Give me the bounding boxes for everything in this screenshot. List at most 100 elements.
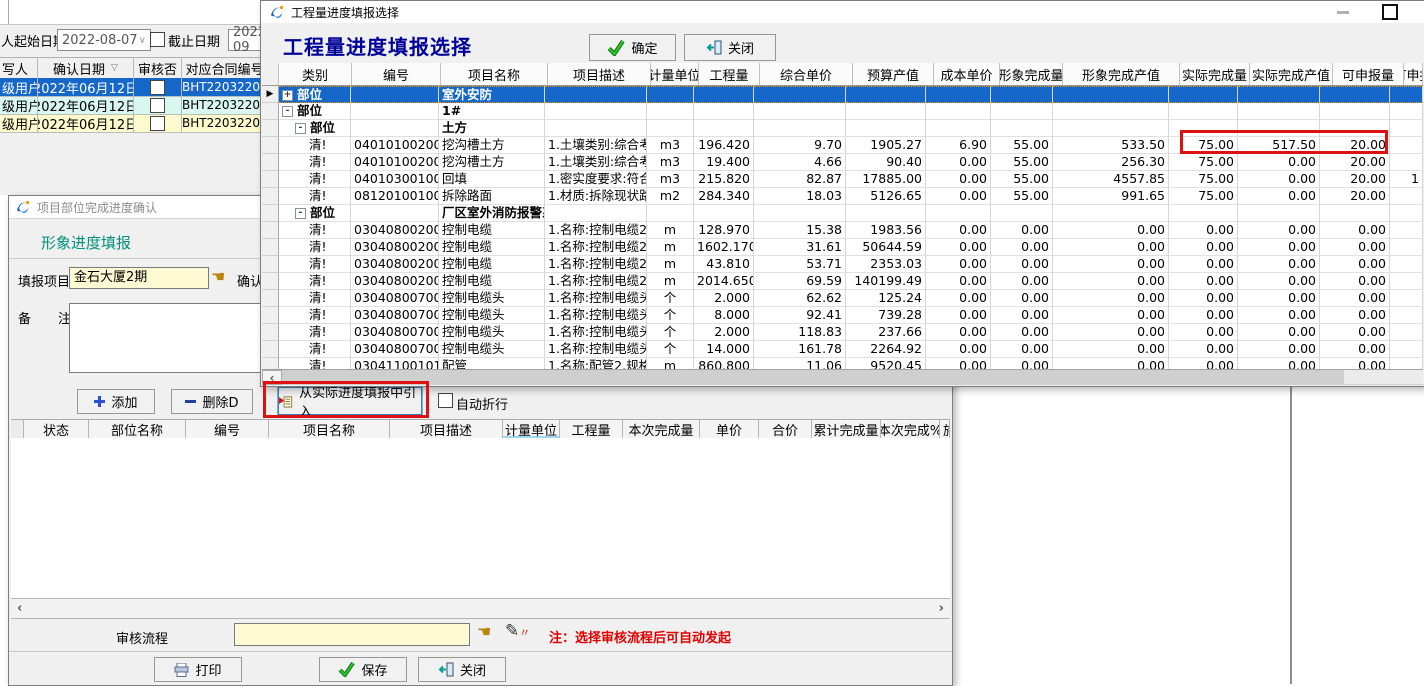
column-header[interactable]: 施工	[940, 420, 950, 439]
table-row[interactable]: 清!040101002002挖沟槽土方1.土壤类别:综合考虑m3196.4209…	[262, 137, 1423, 154]
cell-act_val: 0.00	[1238, 154, 1320, 171]
column-header[interactable]: 项目描述	[390, 420, 503, 439]
table-row[interactable]: -部位土方	[262, 120, 1423, 137]
delete-button[interactable]: 删除D	[171, 389, 253, 414]
column-header[interactable]: 成本单价	[934, 63, 1000, 85]
column-header[interactable]: 工程量	[699, 63, 760, 85]
column-header[interactable]: 项目名称	[441, 63, 548, 85]
table-row[interactable]: 清!040103001003回填1.密实度要求:符合设计m3215.82082.…	[262, 171, 1423, 188]
table-row[interactable]: 清!030408002003控制电缆1.名称:控制电缆2.型号m2014.650…	[262, 273, 1423, 290]
audit-checkbox[interactable]	[150, 80, 165, 95]
table-row[interactable]: 清!030408007003控制电缆头1.名称:控制电缆头2.规格个2.0001…	[262, 324, 1423, 341]
maximize-button[interactable]	[1382, 4, 1398, 20]
hand-picker-icon[interactable]: ☚	[477, 625, 491, 639]
minimize-button[interactable]	[1337, 11, 1349, 14]
cell-act_val: 0.00	[1238, 239, 1320, 256]
horizontal-scrollbar[interactable]: ‹	[262, 369, 1423, 385]
column-header[interactable]: 单价	[700, 420, 759, 439]
column-header[interactable]: 计量单位	[651, 63, 699, 85]
horizontal-scrollbar[interactable]: ‹ ›	[11, 598, 950, 619]
audit-checkbox[interactable]	[150, 116, 165, 131]
table-row[interactable]: 清!030408007004控制电缆头1.名称:控制电缆头2.规格个14.000…	[262, 341, 1423, 358]
door-arrow-icon	[438, 662, 454, 677]
column-header[interactable]: 对应合同编号	[182, 58, 268, 78]
close-button[interactable]: 关闭	[418, 657, 506, 682]
detail-table-body[interactable]	[11, 438, 950, 598]
dialog-title: 项目部位完成进度确认	[37, 199, 157, 216]
table-row[interactable]: 清!030411001012配管1.名称:配管2.规格:型号m860.80011…	[262, 358, 1423, 369]
table-row[interactable]: 级用户2022年06月12日CBHT220322002	[0, 114, 268, 132]
table-row[interactable]: 级用户2022年06月12日CBHT220322002	[0, 96, 268, 114]
column-header[interactable]: 状态	[24, 420, 89, 439]
table-row[interactable]: 清!030408007002控制电缆头1.名称:控制电缆头2.规格个8.0009…	[262, 307, 1423, 324]
table-row[interactable]: ▶+部位室外安防	[262, 86, 1423, 103]
cell-decl: 20.00	[1320, 137, 1390, 154]
hand-picker-icon[interactable]: ☚	[211, 270, 225, 284]
collapse-icon[interactable]: -	[295, 123, 306, 134]
column-header[interactable]: 类别	[279, 63, 352, 85]
column-header[interactable]: 累计完成量	[812, 420, 881, 439]
chevron-down-icon[interactable]: ∨	[139, 35, 146, 46]
column-header[interactable]: 项目名称	[269, 420, 390, 439]
table-row[interactable]: -部位厂区室外消防报警系统	[262, 205, 1423, 222]
column-header[interactable]: 预算产值	[853, 63, 934, 85]
column-header[interactable]: 合价	[759, 420, 812, 439]
column-header[interactable]: 计量单位	[503, 420, 560, 439]
autowrap-checkbox[interactable]	[438, 393, 453, 408]
table-row[interactable]: 清!030408002002控制电缆1.名称:控制电缆2.型号m43.81053…	[262, 256, 1423, 273]
column-header[interactable]: 审核否	[134, 58, 182, 78]
cell-cost: 0.00	[926, 171, 991, 188]
table-row[interactable]: 清!081201001002拆除路面1.材质:拆除现状路面m2284.34018…	[262, 188, 1423, 205]
start-date-combobox[interactable]: 2022-08-07 ∨	[57, 29, 151, 51]
add-button[interactable]: 添加	[77, 389, 155, 414]
workflow-input[interactable]	[234, 623, 470, 646]
table-row[interactable]: 清!030408007001控制电缆头1.名称:控制电缆头2.规格个2.0006…	[262, 290, 1423, 307]
column-header[interactable]: 工程量	[560, 420, 623, 439]
ok-button[interactable]: 确定	[589, 34, 676, 61]
column-header[interactable]: 部位名称	[89, 420, 186, 439]
table-row[interactable]: 清!030408002001控制电缆1.名称:控制电缆2.型号m128.9701…	[262, 222, 1423, 239]
cell-unit: m	[647, 273, 694, 290]
column-header[interactable]: 本次完成量	[623, 420, 700, 439]
column-header[interactable]: 确认日期▽	[38, 58, 134, 78]
import-from-actual-button[interactable]: 从实际进度填报中引入	[278, 387, 422, 415]
dialog-titlebar[interactable]: 工程量进度填报选择	[261, 1, 1424, 23]
save-button[interactable]: 保存	[319, 657, 407, 682]
column-header[interactable]: 编号	[352, 63, 441, 85]
cell-desc	[545, 103, 647, 120]
cell-contract-no: CBHT220322002	[182, 78, 268, 97]
column-header[interactable]: 可申报量	[1333, 63, 1404, 85]
scroll-left-icon[interactable]: ‹	[11, 601, 28, 616]
column-header[interactable]: 编号	[186, 420, 269, 439]
column-header[interactable]: 写人	[0, 58, 38, 78]
audit-checkbox[interactable]	[150, 98, 165, 113]
print-button[interactable]: 打印	[154, 657, 242, 682]
table-row[interactable]: 级用户2022年06月12日CBHT220322002	[0, 78, 268, 96]
table-row[interactable]: -部位1#	[262, 103, 1423, 120]
end-date-checkbox[interactable]	[150, 32, 165, 47]
pencil-edit-icon[interactable]: ✎〃	[505, 621, 530, 641]
column-header[interactable]: 实际完成量	[1180, 63, 1250, 85]
expand-icon[interactable]: +	[282, 90, 293, 101]
column-header[interactable]: 本次完成%	[881, 420, 940, 439]
column-header[interactable]: 形象完成量	[1000, 63, 1063, 85]
column-header[interactable]: 综合单价	[760, 63, 853, 85]
scroll-left-icon[interactable]: ‹	[262, 370, 282, 385]
cell-img_qty: 0.00	[991, 239, 1053, 256]
cell-price	[754, 205, 846, 222]
sort-icon: ▽	[111, 63, 118, 73]
table-row[interactable]: 清!040101002003挖沟槽土方1.土壤类别:综合考虑m319.4004.…	[262, 154, 1423, 171]
scroll-right-icon[interactable]: ›	[933, 601, 950, 616]
collapse-icon[interactable]: -	[295, 208, 306, 219]
cell-name: 回填	[439, 171, 545, 188]
cell-act_qty: 0.00	[1169, 290, 1238, 307]
collapse-icon[interactable]: -	[282, 106, 293, 117]
table-row[interactable]: 清!030408002004控制电缆1.名称:控制电缆2.型号m1602.170…	[262, 239, 1423, 256]
close-button[interactable]: 关闭	[684, 34, 776, 61]
column-header[interactable]: 项目描述	[548, 63, 651, 85]
project-input[interactable]: 金石大厦2期	[69, 267, 209, 289]
column-header[interactable]: 实际完成产值	[1250, 63, 1333, 85]
column-header[interactable]: 形象完成产值	[1063, 63, 1180, 85]
cell-decl	[1320, 86, 1390, 103]
column-header[interactable]: 可申报	[1404, 63, 1423, 85]
